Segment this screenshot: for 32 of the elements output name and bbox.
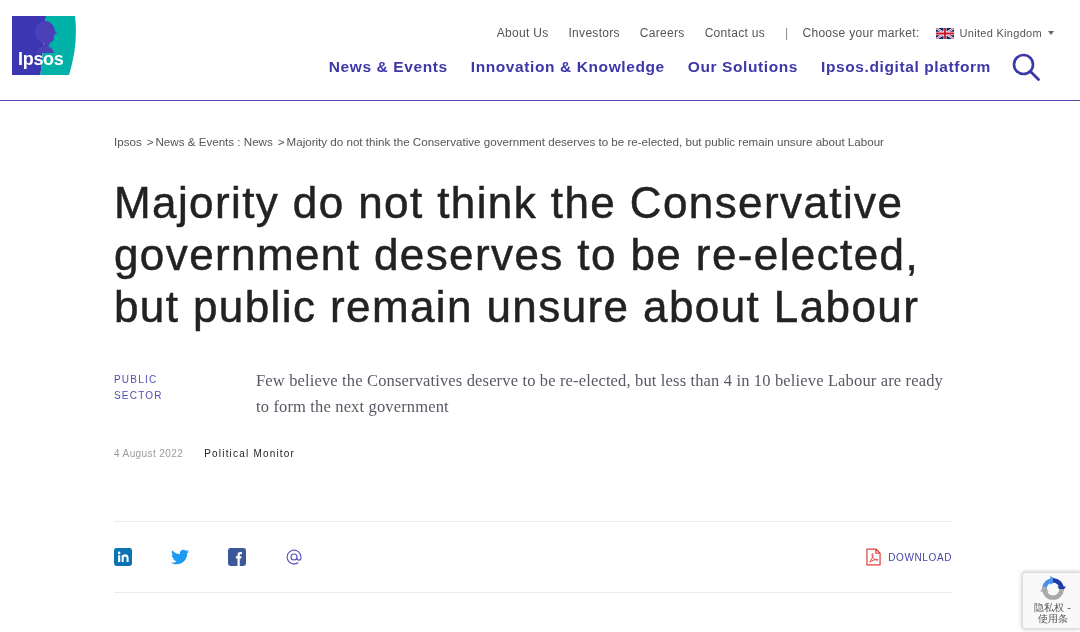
article-title: Majority do not think the Conservative government deserves to be re-elected, but public remain unsure about Labour xyxy=(114,177,921,333)
market-label: Choose your market: xyxy=(802,26,920,40)
top-divider: | xyxy=(785,26,789,40)
nav-link[interactable]: Innovation & Knowledge xyxy=(470,58,665,76)
caret-icon xyxy=(1048,31,1054,35)
twitter-bird-icon[interactable] xyxy=(171,548,189,566)
market-select[interactable]: United Kingdom xyxy=(935,27,1054,39)
breadcrumb-separator: > xyxy=(277,135,285,148)
recaptcha-terms-link[interactable]: 隐私权 - 使用条 xyxy=(1029,602,1076,624)
union-flag-icon xyxy=(935,27,954,39)
top-link[interactable]: Careers xyxy=(639,26,685,40)
top-link[interactable]: Investors xyxy=(568,26,620,40)
nav-link[interactable]: Our Solutions xyxy=(687,58,799,76)
nav-link[interactable]: News & Events xyxy=(328,58,448,76)
top-link[interactable]: About Us xyxy=(496,26,549,40)
breadcrumb-separator: > xyxy=(146,135,154,148)
nav-link[interactable]: Ipsos.digital platform xyxy=(821,58,991,76)
download-link[interactable]: DOWNLOAD xyxy=(866,548,952,566)
facebook-icon[interactable] xyxy=(228,548,246,566)
top-link[interactable]: Contact us xyxy=(704,26,765,40)
category-link[interactable]: PUBLIC SECTOR xyxy=(114,368,256,404)
publish-date: 4 August 2022 xyxy=(114,447,184,461)
recaptcha-arrows-icon xyxy=(1038,576,1067,602)
search-icon[interactable] xyxy=(1012,53,1040,81)
pdf-file-icon xyxy=(866,548,882,566)
email-at-icon[interactable] xyxy=(285,548,303,566)
article-summary: Few believe the Conservatives deserve to be re-elected, but less than 4 in 10 believe Labour are ready to form the next government xyxy=(256,370,944,418)
series-link[interactable]: Political Monitor xyxy=(204,447,296,461)
breadcrumb-link[interactable]: News & Events : News xyxy=(155,135,273,148)
breadcrumb-current: Majority do not think the Conservative government deserves to be re-elected, but public remain unsure about Labour xyxy=(286,135,884,148)
breadcrumb-link[interactable]: Ipsos xyxy=(114,135,142,148)
linkedin-icon[interactable] xyxy=(114,548,132,566)
